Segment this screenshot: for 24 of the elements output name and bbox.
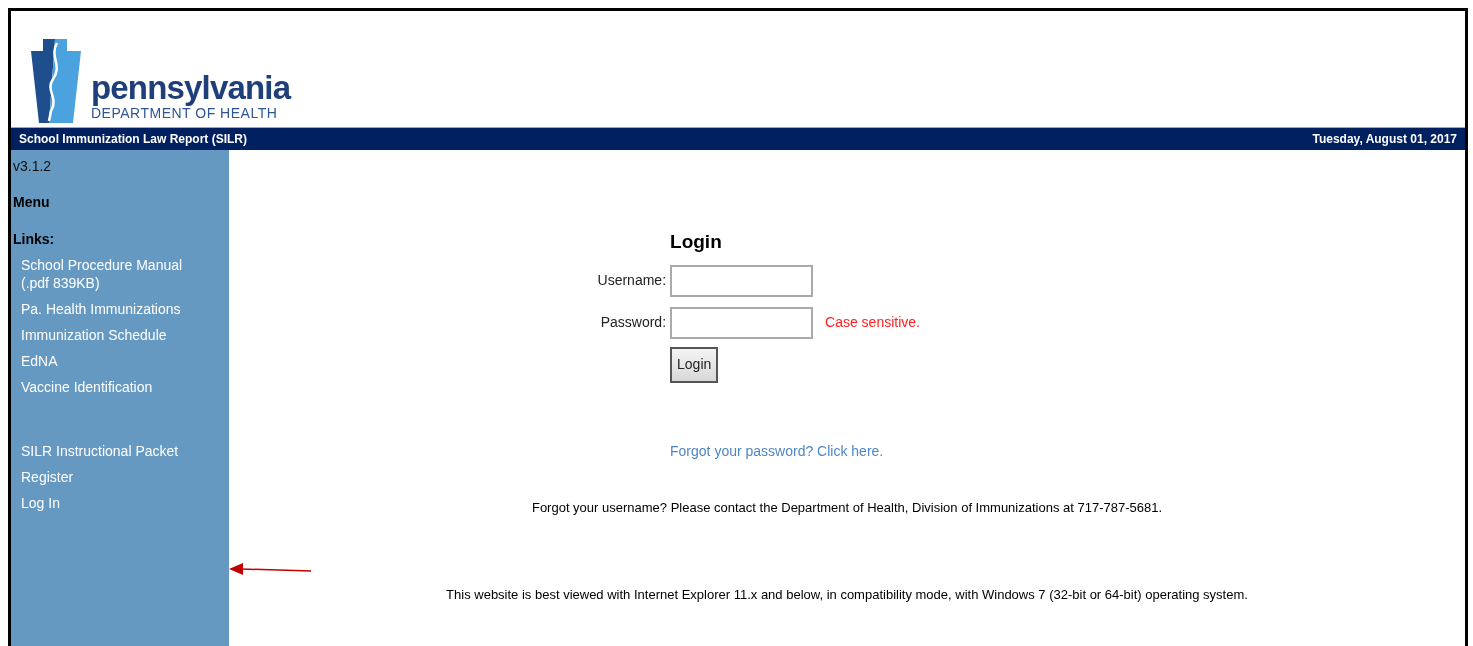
sidebar-link[interactable]: SILR Instructional Packet [21,442,191,460]
menu-heading: Menu [12,193,50,212]
login-button[interactable]: Login [670,346,719,383]
username-help-text: Forgot your username? Please contact the Department of Health, Division of Immunizations at 717-787-5681. [531,498,1163,517]
sidebar-link[interactable]: Pa. Health Immunizations [21,300,191,318]
sidebar-link[interactable]: Log In [21,494,191,512]
sidebar-link[interactable]: Vaccine Identification [21,378,191,396]
field-label: Password: [599,313,667,332]
sidebar-link[interactable]: School Procedure Manual (.pdf 839KB) [21,256,191,292]
input-field[interactable] [670,264,814,297]
version-label: v3.1.2 [12,157,52,176]
sidebar-link[interactable]: Immunization Schedule [21,326,191,344]
forgot-password-link[interactable]: Forgot your password? Click here. [670,440,884,462]
app-title: School Immunization Law Report (SILR) [19,131,247,148]
current-date: Tuesday, August 01, 2017 [1312,131,1457,148]
sidebar-link[interactable]: EdNA [21,352,191,370]
case-sensitive-hint: Case sensitive. [825,313,920,332]
logo-subtitle: DEPARTMENT OF HEALTH [91,105,278,121]
sidebar-link[interactable]: Register [21,468,191,486]
links-heading: Links: [12,230,55,249]
login-heading: Login [670,230,722,254]
field-label: Username: [596,271,667,290]
browser-note-text: This website is best viewed with Internet Explorer 11.x and below, in compatibility mode, with Windows 7 (32-bit or 64-bit) operating system. [446,586,1248,604]
input-field[interactable] [670,306,814,339]
